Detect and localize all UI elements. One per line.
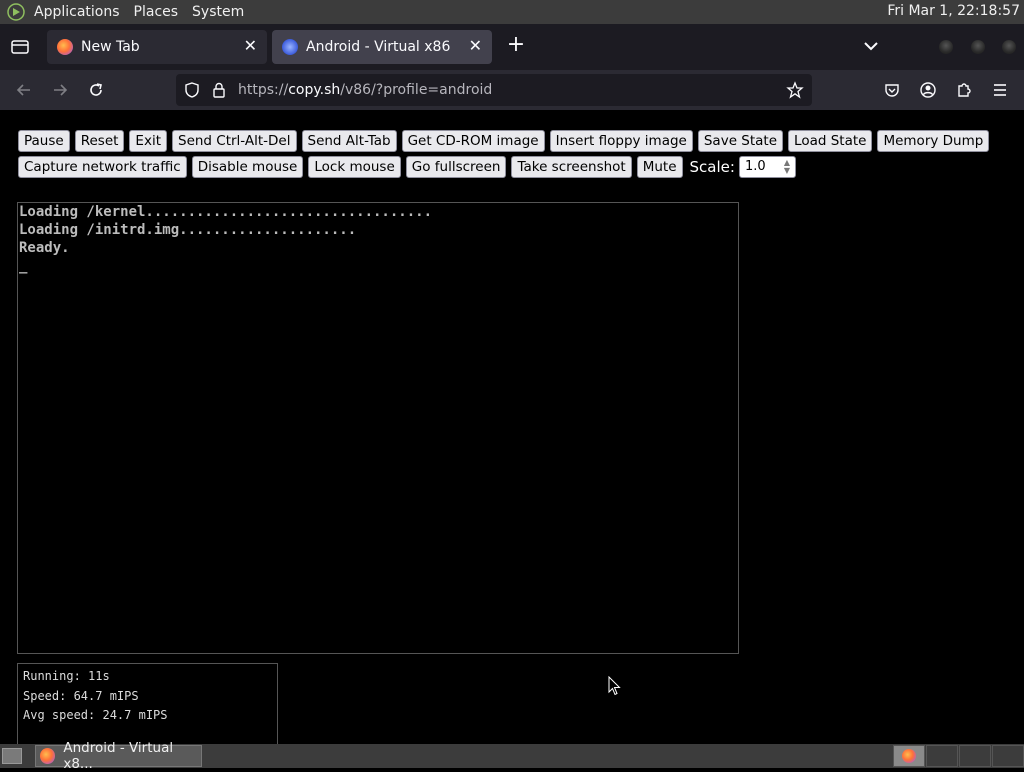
v86-icon: [282, 39, 298, 55]
new-tab-button[interactable]: +: [504, 34, 528, 58]
taskbar-window-button[interactable]: Android - Virtual x8...: [35, 740, 202, 772]
pocket-icon: [885, 84, 899, 97]
firefox-view-button[interactable]: [0, 24, 40, 70]
screen-line: Ready.: [19, 240, 70, 256]
firefox-icon: [40, 748, 56, 764]
extensions-button[interactable]: [954, 80, 974, 100]
workspace-2[interactable]: [926, 745, 958, 767]
reload-button[interactable]: [86, 80, 106, 100]
firefox-icon: [57, 39, 73, 55]
send-alt-tab-button[interactable]: Send Alt-Tab: [301, 130, 397, 152]
tab-bar: New Tab ✕ Android - Virtual x86 ✕ +: [0, 24, 1024, 70]
screen-line: Loading /initrd.img.....................: [19, 222, 357, 238]
distro-logo-icon[interactable]: [6, 2, 26, 22]
go-fullscreen-button[interactable]: Go fullscreen: [405, 156, 507, 178]
menu-applications[interactable]: Applications: [34, 4, 120, 20]
emulator-screen[interactable]: Loading /kernel.........................…: [17, 202, 739, 654]
firefox-icon: [902, 749, 916, 763]
hamburger-icon: [994, 84, 1006, 96]
shield-icon[interactable]: [184, 82, 200, 98]
chevron-down-icon[interactable]: [862, 37, 880, 56]
url-text[interactable]: https://copy.sh/v86/?profile=android: [238, 82, 492, 98]
tab-new-tab[interactable]: New Tab ✕: [47, 30, 267, 64]
forward-arrow-icon: [54, 84, 68, 96]
workspace-3[interactable]: [959, 745, 991, 767]
scale-input[interactable]: 1.0 ▲ ▼: [738, 156, 796, 178]
minimize-button[interactable]: [939, 40, 953, 54]
scale-label: Scale:: [689, 158, 735, 176]
url-bar[interactable]: https://copy.sh/v86/?profile=android: [176, 74, 812, 106]
top-panel: Applications Places System Fri Mar 1, 22…: [0, 0, 1024, 24]
running-time: Running: 11s: [23, 669, 110, 683]
clock[interactable]: Fri Mar 1, 22:18:57: [887, 3, 1020, 19]
spinner-icon[interactable]: ▲ ▼: [782, 159, 792, 175]
menu-button[interactable]: [990, 80, 1010, 100]
controls-row-1: Pause Reset Exit Send Ctrl-Alt-Del Send …: [18, 129, 990, 153]
avg-speed: Avg speed: 24.7 mIPS: [23, 708, 168, 722]
emulator-stats: Running: 11s Speed: 64.7 mIPS Avg speed:…: [17, 663, 278, 744]
screen-cursor: _: [19, 258, 28, 274]
url-domain: copy.sh: [288, 82, 341, 98]
window-close-button[interactable]: [1002, 40, 1016, 54]
workspace-1[interactable]: [893, 745, 925, 767]
puzzle-icon: [958, 83, 971, 97]
account-button[interactable]: [918, 80, 938, 100]
scale-value: 1.0: [744, 159, 766, 174]
bookmark-star-icon[interactable]: [786, 81, 804, 99]
load-state-button[interactable]: Load State: [788, 130, 873, 152]
speed: Speed: 64.7 mIPS: [23, 688, 139, 703]
show-desktop-icon[interactable]: [2, 748, 22, 764]
emulator-controls: Pause Reset Exit Send Ctrl-Alt-Del Send …: [18, 129, 990, 181]
pocket-button[interactable]: [882, 80, 902, 100]
capture-network-traffic-button[interactable]: Capture network traffic: [18, 156, 187, 178]
memory-dump-button[interactable]: Memory Dump: [877, 130, 990, 152]
tab-android-virtual-x86[interactable]: Android - Virtual x86 ✕: [272, 30, 492, 64]
take-screenshot-button[interactable]: Take screenshot: [511, 156, 632, 178]
close-icon[interactable]: ✕: [244, 38, 257, 54]
lock-icon[interactable]: [212, 82, 226, 98]
nav-bar: https://copy.sh/v86/?profile=android: [0, 70, 1024, 110]
page-content: Pause Reset Exit Send Ctrl-Alt-Del Send …: [0, 110, 1024, 744]
url-prefix: https://: [238, 82, 289, 98]
controls-row-2: Capture network traffic Disable mouse Lo…: [18, 155, 918, 179]
maximize-button[interactable]: [971, 40, 985, 54]
account-icon: [920, 82, 936, 98]
reset-button[interactable]: Reset: [74, 130, 125, 152]
tab-title: New Tab: [81, 39, 140, 55]
mute-button[interactable]: Mute: [636, 156, 683, 178]
taskbar-window-title: Android - Virtual x8...: [63, 740, 174, 772]
insert-floppy-image-button[interactable]: Insert floppy image: [549, 130, 693, 152]
pause-button[interactable]: Pause: [18, 130, 70, 152]
screen-line: Loading /kernel.........................…: [19, 204, 433, 220]
forward-button[interactable]: [50, 80, 70, 100]
tab-title: Android - Virtual x86: [306, 39, 451, 55]
url-path: /v86/?profile=android: [340, 82, 493, 98]
close-icon[interactable]: ✕: [469, 38, 482, 54]
workspace-4[interactable]: [992, 745, 1024, 767]
disable-mouse-button[interactable]: Disable mouse: [191, 156, 304, 178]
firefox-view-icon: [11, 40, 29, 54]
save-state-button[interactable]: Save State: [697, 130, 784, 152]
reload-icon: [90, 83, 102, 96]
back-button[interactable]: [14, 80, 34, 100]
lock-mouse-button[interactable]: Lock mouse: [308, 156, 401, 178]
get-cdrom-image-button[interactable]: Get CD-ROM image: [401, 130, 545, 152]
send-ctrl-alt-del-button[interactable]: Send Ctrl-Alt-Del: [172, 130, 297, 152]
bottom-taskbar: Android - Virtual x8...: [0, 740, 1024, 772]
mouse-pointer-icon: [608, 675, 621, 700]
menu-places[interactable]: Places: [134, 4, 179, 20]
back-arrow-icon: [16, 84, 30, 96]
exit-button[interactable]: Exit: [129, 130, 167, 152]
menu-system[interactable]: System: [192, 4, 244, 20]
